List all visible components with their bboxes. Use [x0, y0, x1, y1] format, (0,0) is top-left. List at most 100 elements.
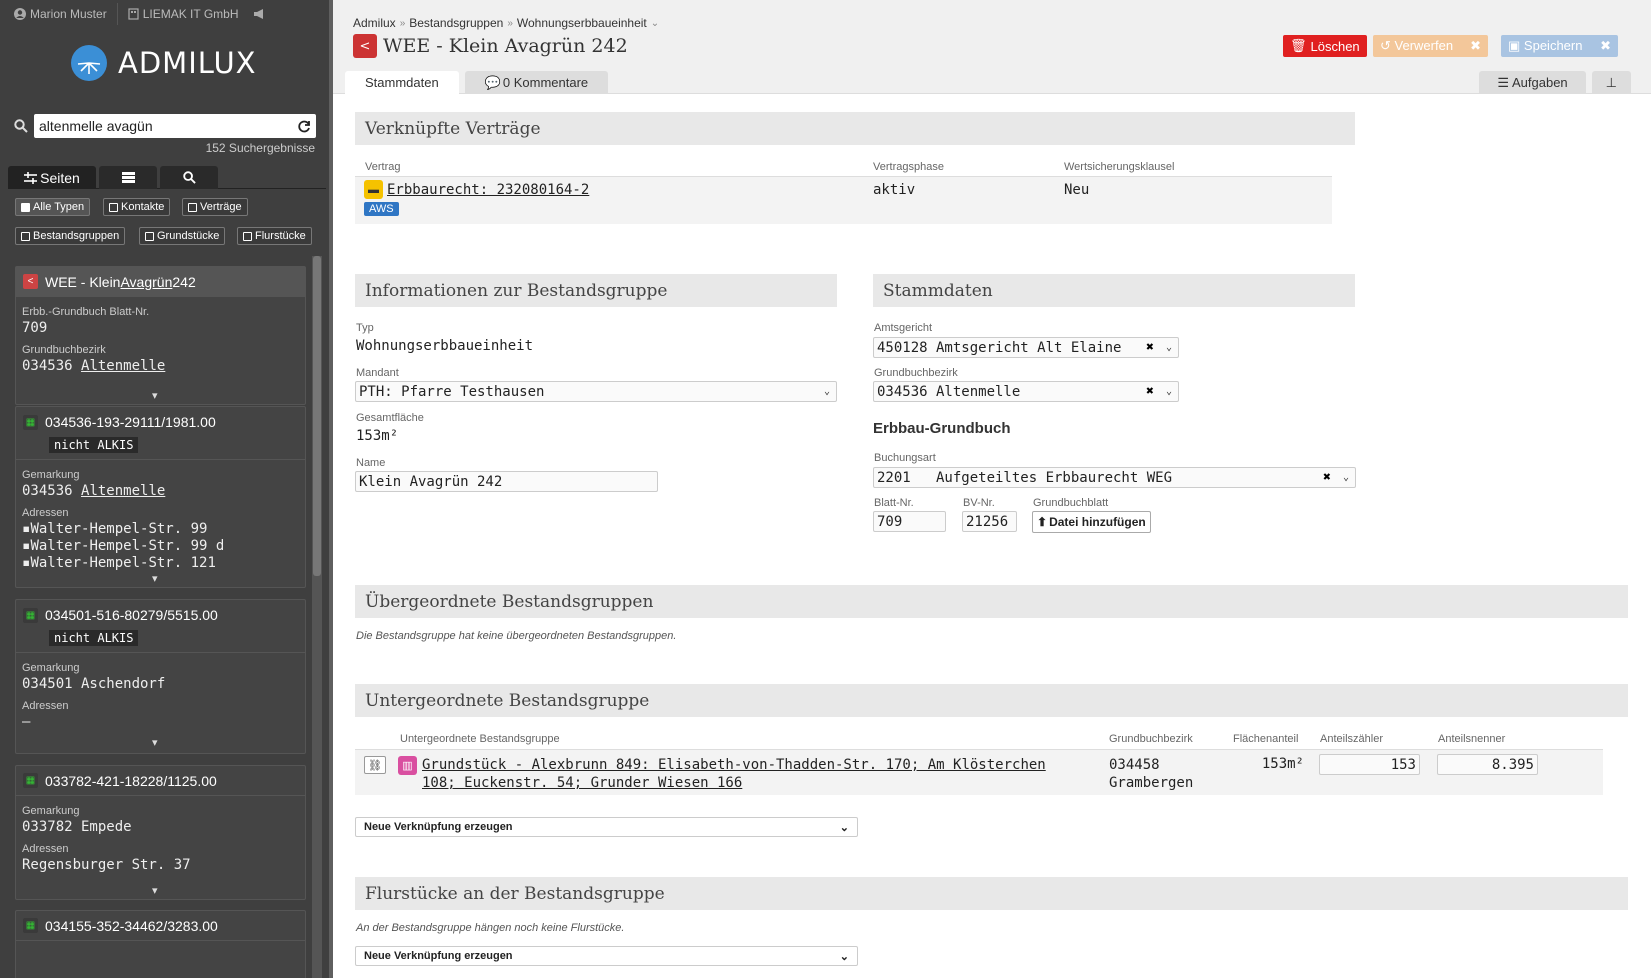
list-item[interactable]: ▦ 033782-421-18228/1125.00 Gemarkung 033… [15, 765, 306, 900]
name-field[interactable]: Klein Avagrün 242 [355, 471, 658, 492]
list-item[interactable]: < WEE - Klein Avagrün 242 Erbb.-Grundbuc… [15, 266, 306, 405]
bezirk-value: 034536 Altenmelle [877, 383, 1021, 400]
delete-button[interactable]: 🗑 Löschen [1283, 35, 1367, 57]
right-tabs: ☰ Aufgaben ⊥ [1479, 71, 1631, 94]
field-label: Gemarkung [22, 662, 80, 674]
chevron-down-icon: ⌄ [1342, 472, 1349, 483]
clear-icon[interactable]: ✖ [1146, 384, 1154, 399]
search-input[interactable]: altenmelle avagün [34, 114, 316, 138]
address-text: Walter-Hempel-Str. 99 d [30, 538, 225, 554]
field-label: Gemarkung [22, 469, 80, 481]
title-link[interactable]: Avagrün [120, 274, 172, 290]
field-value: – [22, 714, 31, 730]
chevron-down-icon[interactable]: ▾ [152, 572, 158, 585]
save-label: Speichern [1523, 38, 1583, 53]
search-row: altenmelle avagün [14, 114, 316, 138]
child-name-line: Grundstück - Alexbrunn 849: Elisabeth-vo… [422, 757, 1046, 773]
chevron-down-icon[interactable]: ▾ [152, 884, 158, 897]
delete-label: Löschen [1310, 38, 1360, 54]
filter-contracts[interactable]: Verträge [182, 198, 248, 216]
share-icon: < [353, 34, 377, 58]
filter-inventory-groups[interactable]: Bestandsgruppen [15, 227, 126, 245]
area-value: 153m² [356, 428, 399, 444]
list-item[interactable]: ▦ 034536-193-29111/1981.00 nicht ALKIS G… [15, 406, 306, 588]
unlink-button[interactable]: ⛓ [364, 756, 386, 774]
status-badge: nicht ALKIS [49, 630, 139, 646]
field-label: Blatt-Nr. [874, 497, 914, 509]
filter-contacts[interactable]: Kontakte [103, 198, 171, 216]
announcements-button[interactable] [253, 8, 266, 20]
search-icon [14, 119, 28, 133]
contract-link[interactable]: Erbbaurecht: 232080164-2 [387, 182, 589, 198]
filter-properties[interactable]: Grundstücke [139, 227, 226, 245]
tab-comments[interactable]: 💬 0 Kommentare [464, 71, 609, 94]
add-file-button[interactable]: ⬆ Datei hinzufügen [1032, 511, 1151, 533]
content-tabs: Stammdaten 💬 0 Kommentare [345, 71, 614, 94]
contract-tag: AWS [364, 202, 399, 216]
tab-search[interactable] [160, 166, 218, 189]
amtsgericht-value: 450128 Amtsgericht Alt Elaine [877, 339, 1122, 356]
tab-list[interactable] [99, 166, 157, 189]
numerator-field[interactable]: 153 [1319, 754, 1420, 775]
contract-clause: Neu [1064, 182, 1090, 198]
denominator-field[interactable]: 8.395 [1437, 754, 1538, 775]
tab-pages[interactable]: Seiten [8, 166, 96, 189]
save-button[interactable]: ▣ Speichern ✖ [1501, 35, 1618, 57]
filter-parcels[interactable]: Flurstücke [237, 227, 312, 245]
mandant-select[interactable]: PTH: Pfarre Testhausen ⌄ [355, 381, 837, 402]
breadcrumb-item[interactable]: Admilux [353, 16, 396, 30]
value-link[interactable]: Altenmelle [81, 483, 165, 499]
bv-field[interactable]: 21256 [962, 511, 1017, 532]
tab-tasks[interactable]: ☰ Aufgaben [1479, 71, 1586, 94]
search-value: altenmelle avagün [39, 118, 153, 134]
result-title[interactable]: ▦ 034501-516-80279/5515.00 [16, 600, 305, 630]
logo-text: ADMILUX [118, 46, 257, 80]
list-item[interactable]: ▦ 034501-516-80279/5515.00 nicht ALKIS G… [15, 599, 306, 754]
field-label: Typ [356, 322, 374, 334]
field-label: Grundbuchbezirk [874, 367, 958, 379]
result-title[interactable]: < WEE - Klein Avagrün 242 [16, 267, 305, 297]
tab-hierarchy[interactable]: ⊥ [1591, 71, 1631, 94]
blatt-field[interactable]: 709 [873, 511, 946, 532]
bezirk-select[interactable]: 034536 Altenmelle ✖ ⌄ [873, 381, 1179, 402]
field-label: Gesamtfläche [356, 412, 424, 424]
new-link-label: Neue Verknüpfung erzeugen [364, 821, 513, 833]
clear-icon[interactable]: ✖ [1323, 470, 1331, 485]
user-menu[interactable]: Marion Muster [14, 7, 107, 21]
address-item: ▪Walter-Hempel-Str. 99 d [22, 538, 225, 554]
breadcrumb-item[interactable]: Wohnungserbbaueinheit [517, 16, 647, 30]
new-link-select[interactable]: Neue Verknüpfung erzeugen ⌄ [355, 817, 858, 837]
field-label: BV-Nr. [963, 497, 995, 509]
filter-label: Grundstücke [157, 230, 220, 242]
scrollbar-thumb[interactable] [313, 256, 321, 576]
company-menu[interactable]: LIEMAK IT GmbH [128, 7, 239, 21]
buchungsart-select[interactable]: 2201 Aufgeteiltes Erbbaurecht WEG ✖ ⌄ [873, 467, 1356, 488]
checkbox-icon [21, 231, 30, 241]
clear-icon[interactable]: ✖ [1146, 340, 1154, 355]
breadcrumb-item[interactable]: Bestandsgruppen [409, 16, 503, 30]
chevron-down-icon[interactable]: ⌄ [651, 18, 659, 29]
child-link[interactable]: Grundstück - Alexbrunn 849: Elisabeth-vo… [422, 756, 1046, 792]
chevron-down-icon[interactable]: ▾ [152, 389, 158, 402]
admilux-logo: ADMILUX [70, 44, 257, 82]
search-tab-icon [182, 171, 196, 184]
page-header: Admilux » Bestandsgruppen » Wohnungserbb… [333, 0, 1651, 94]
sidebar-scrollbar[interactable] [312, 256, 322, 978]
chevron-down-icon: ⌄ [839, 950, 849, 963]
field-label: Gemarkung [22, 805, 80, 817]
result-title[interactable]: ▦ 034536-193-29111/1981.00 [16, 407, 305, 437]
result-title[interactable]: ▦ 034155-352-34462/3283.00 [16, 911, 305, 941]
amtsgericht-select[interactable]: 450128 Amtsgericht Alt Elaine ✖ ⌄ [873, 337, 1179, 358]
refresh-icon[interactable] [298, 120, 311, 133]
discard-button[interactable]: ↺ Verwerfen ✖ [1373, 35, 1488, 57]
value-link[interactable]: Altenmelle [81, 358, 165, 374]
chevron-down-icon: ⌄ [839, 821, 849, 834]
erbbau-subheading: Erbbau-Grundbuch [873, 420, 1011, 437]
filter-all-types[interactable]: Alle Typen [15, 198, 91, 216]
new-parcel-link-select[interactable]: Neue Verknüpfung erzeugen ⌄ [355, 946, 858, 966]
bezirk-line: 034458 [1109, 757, 1160, 773]
list-item[interactable]: ▦ 034155-352-34462/3283.00 [15, 910, 306, 978]
tab-stammdaten[interactable]: Stammdaten [345, 71, 459, 94]
chevron-down-icon[interactable]: ▾ [152, 736, 158, 749]
result-title[interactable]: ▦ 033782-421-18228/1125.00 [16, 766, 305, 796]
